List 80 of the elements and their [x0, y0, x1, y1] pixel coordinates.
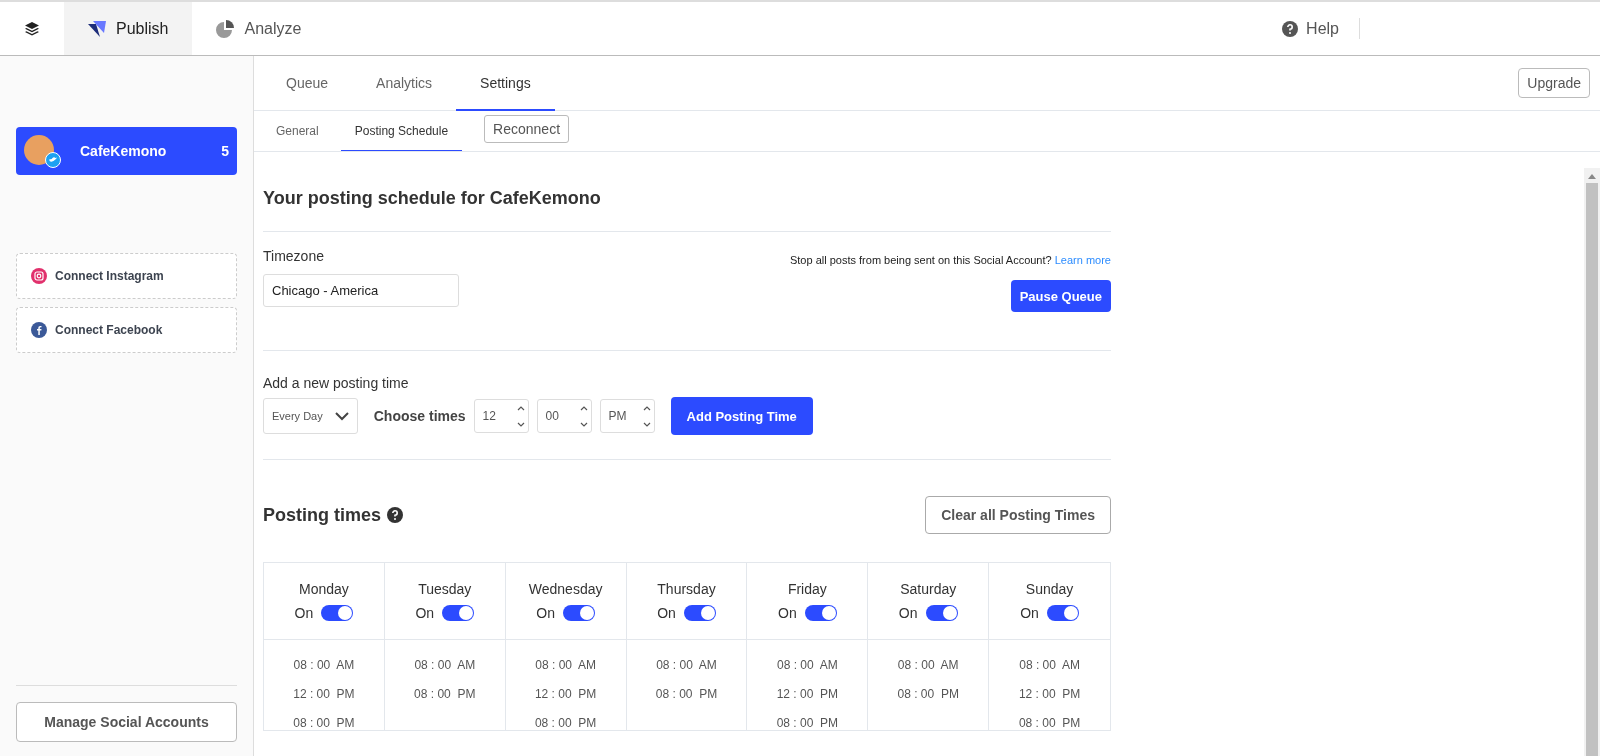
day-toggle[interactable]	[321, 605, 354, 621]
manage-accounts-button[interactable]: Manage Social Accounts	[16, 702, 237, 742]
chevron-down-icon	[334, 411, 349, 421]
day-name: Saturday	[900, 581, 957, 597]
day-dropdown[interactable]: Every Day	[263, 398, 358, 434]
posting-time[interactable]: 08 : 00 AM	[777, 658, 838, 672]
posting-time[interactable]: 08 : 00 PM	[293, 716, 355, 730]
sub-tab[interactable]: General	[262, 111, 333, 151]
clear-times-button[interactable]: Clear all Posting Times	[925, 496, 1111, 534]
pie-chart-icon	[216, 19, 235, 38]
day-name: Thursday	[657, 581, 716, 597]
posting-time[interactable]: 12 : 00 PM	[1018, 687, 1081, 701]
posting-time[interactable]: 08 : 00 PM	[655, 687, 718, 701]
day-toggle[interactable]	[442, 605, 475, 621]
posting-time[interactable]: 08 : 00 PM	[534, 716, 597, 730]
tab[interactable]: Queue	[262, 56, 353, 111]
toggle-label: On	[1020, 605, 1039, 621]
timezone-label: Timezone	[263, 248, 325, 264]
posting-time[interactable]: 08 : 00 AM	[656, 658, 717, 672]
scroll-up-arrow-icon[interactable]	[1588, 173, 1596, 179]
schedule-title: Your posting schedule for CafeKemono	[263, 152, 1111, 232]
paper-plane-icon	[88, 20, 106, 37]
posting-time[interactable]: 08 : 00 AM	[414, 658, 476, 672]
help-icon	[1282, 20, 1299, 37]
toggle-label: On	[778, 605, 797, 621]
instagram-icon	[31, 268, 47, 284]
scrollbar[interactable]	[1584, 168, 1600, 756]
tab[interactable]: Analytics	[352, 56, 457, 111]
timezone-field[interactable]: Chicago - America	[263, 274, 459, 307]
day-toggle[interactable]	[562, 605, 595, 621]
time-spinner[interactable]: 00	[536, 399, 592, 433]
day-name: Wednesday	[528, 581, 603, 597]
posting-time[interactable]: 12 : 00 PM	[776, 687, 839, 701]
posting-time[interactable]: 08 : 00 PM	[414, 687, 476, 701]
help-icon[interactable]	[387, 507, 404, 523]
toggle-label: On	[657, 605, 676, 621]
toggle-label: On	[898, 605, 918, 621]
posting-time[interactable]: 12 : 00 PM	[534, 687, 597, 701]
day-toggle[interactable]	[804, 605, 837, 621]
toggle-label: On	[536, 605, 555, 621]
connect-account-button[interactable]: Connect Instagram	[16, 253, 237, 299]
time-spinner[interactable]: 12	[473, 399, 529, 433]
posting-time[interactable]: 12 : 00 PM	[293, 687, 355, 701]
day-toggle[interactable]	[925, 605, 958, 621]
posting-times-title: Posting times	[263, 504, 382, 526]
posting-time[interactable]: 08 : 00 PM	[1018, 716, 1081, 730]
reconnect-button[interactable]: Reconnect	[484, 115, 570, 143]
account-item[interactable]: CafeKemono 5	[16, 127, 237, 175]
nav-tab[interactable]: Publish	[64, 2, 193, 55]
day-name: Friday	[787, 581, 827, 597]
time-spinner[interactable]: PM	[599, 399, 655, 433]
pause-queue-button[interactable]: Pause Queue	[1010, 280, 1111, 312]
posting-time[interactable]: 08 : 00 AM	[535, 658, 596, 672]
layers-logo-icon[interactable]	[25, 21, 39, 36]
add-posting-time-button[interactable]: Add Posting Time	[670, 397, 813, 435]
avatar-icon	[24, 135, 64, 169]
day-name: Sunday	[1025, 581, 1074, 597]
choose-times-label: Choose times	[373, 408, 466, 424]
day-name: Tuesday	[418, 581, 472, 597]
learn-more-link[interactable]: Learn more	[1054, 254, 1111, 266]
add-time-label: Add a new posting time	[263, 375, 410, 391]
posting-time[interactable]: 08 : 00 AM	[1019, 658, 1080, 672]
toggle-label: On	[294, 605, 314, 621]
day-toggle[interactable]	[1046, 605, 1079, 621]
tab[interactable]: Settings	[456, 56, 555, 111]
help-link[interactable]: Help	[1262, 2, 1359, 55]
day-toggle[interactable]	[683, 605, 716, 621]
posting-time[interactable]: 08 : 00 PM	[776, 716, 839, 730]
sub-tab[interactable]: Posting Schedule	[340, 111, 463, 151]
upgrade-button[interactable]: Upgrade	[1518, 68, 1590, 98]
connect-account-button[interactable]: Connect Facebook	[16, 307, 237, 353]
account-name: CafeKemono	[80, 143, 167, 159]
pause-note: Stop all posts from being sent on this Social Account? Learn more	[789, 253, 1111, 266]
facebook-icon	[31, 322, 47, 338]
toggle-label: On	[415, 605, 435, 621]
post-count: 5	[221, 143, 229, 159]
day-name: Monday	[299, 581, 349, 597]
posting-time[interactable]: 08 : 00 AM	[293, 658, 355, 672]
posting-time[interactable]: 08 : 00 AM	[897, 658, 959, 672]
posting-time[interactable]: 08 : 00 PM	[897, 687, 959, 701]
